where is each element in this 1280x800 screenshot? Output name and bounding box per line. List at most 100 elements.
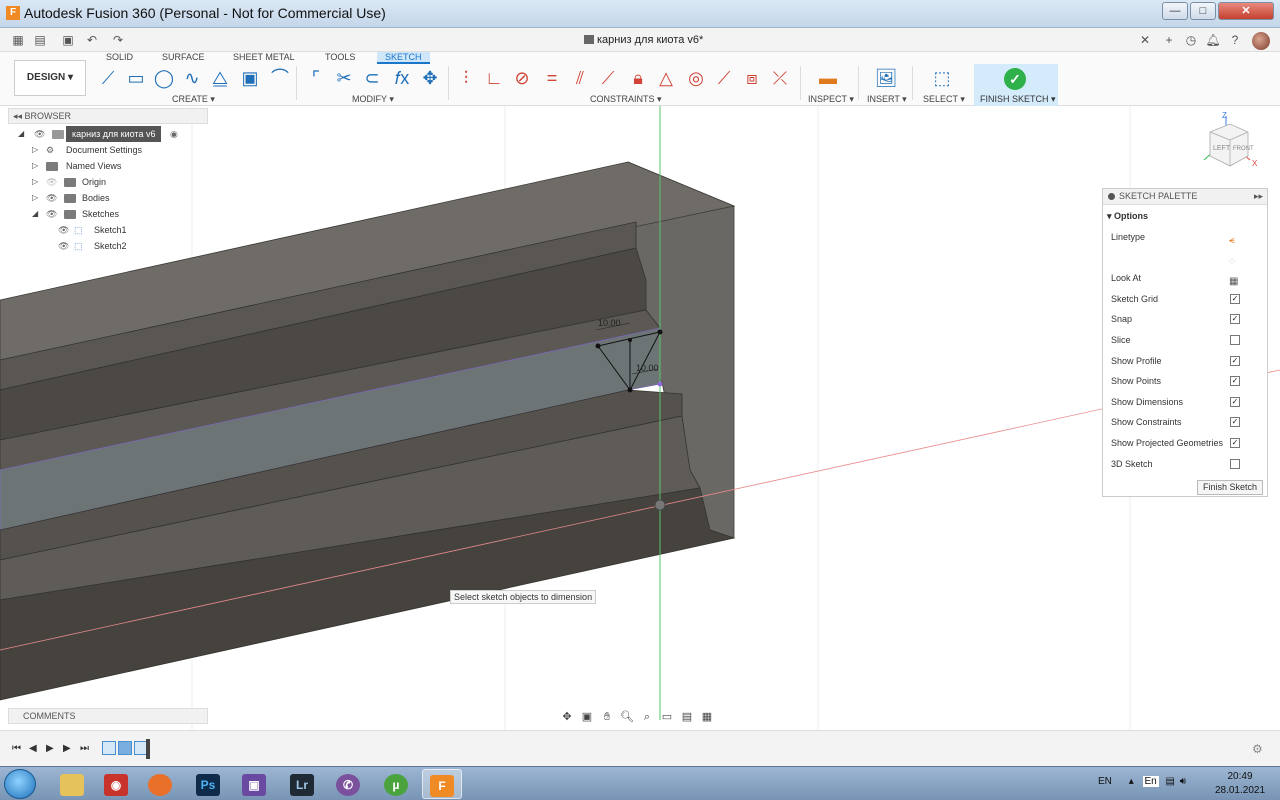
taskbar-screenshot[interactable]: ◉ [96, 769, 136, 799]
tab-tools[interactable]: TOOLS [325, 52, 355, 62]
tangent-constraint-icon[interactable]: ⊘ [510, 66, 534, 90]
option-3d-sketch[interactable]: 3D Sketch [1103, 454, 1267, 475]
taskbar-photoshop[interactable]: Ps [188, 769, 228, 799]
taskbar-utorrent[interactable]: µ [376, 769, 416, 799]
minimize-button[interactable]: — [1162, 2, 1188, 20]
checkbox-checked[interactable]: ✓ [1230, 355, 1240, 366]
eye-icon[interactable]: 👁︎ [46, 190, 57, 206]
browser-root[interactable]: ◢ 👁︎ карниз для киота v6 ◉ [8, 126, 208, 142]
browser-item[interactable]: ◢ 👁︎ Sketches [8, 206, 208, 222]
insert-image-icon[interactable]: 🖼︎ [874, 66, 898, 90]
fit-icon[interactable]: ⌕ [640, 710, 654, 724]
workspace-design-dropdown[interactable]: DESIGN ▾ [14, 60, 86, 96]
finish-sketch-check-icon[interactable]: ✓ [1004, 68, 1026, 90]
modify-group-label[interactable]: MODIFY ▾ [352, 94, 394, 105]
option-show-constraints[interactable]: Show Constraints ✓ [1103, 412, 1267, 433]
grid-menu-icon[interactable]: ▦ [10, 32, 26, 48]
volume-icon[interactable]: 🔊︎ [1180, 776, 1186, 787]
timeline-marker[interactable] [146, 739, 150, 759]
project-tool-icon[interactable]: ▣ [238, 66, 262, 90]
sketch-item[interactable]: 👁︎ ⬚ Sketch2 [8, 238, 208, 254]
option-snap[interactable]: Snap ✓ [1103, 309, 1267, 330]
conic-tool-icon[interactable]: ⌒ [268, 66, 292, 90]
comments-panel[interactable]: COMMENTS [8, 708, 208, 724]
user-avatar[interactable] [1248, 31, 1270, 50]
view-cube[interactable]: LEFT FRONT Z X [1196, 110, 1260, 174]
circle-tool-icon[interactable]: ◯ [152, 66, 176, 90]
tab-solid[interactable]: SOLID [106, 52, 133, 62]
keyboard-layout-indicator[interactable]: En [1142, 776, 1159, 787]
checkbox-checked[interactable]: ✓ [1230, 376, 1240, 387]
orbit-icon[interactable]: ✥ [560, 710, 574, 724]
network-icon[interactable]: ▤ [1166, 776, 1175, 787]
first-step-icon[interactable]: ⏮ [12, 743, 21, 754]
option-show-dimensions[interactable]: Show Dimensions ✓ [1103, 392, 1267, 413]
measure-tool-icon[interactable]: ▬ [816, 66, 840, 90]
taskbar-clock[interactable]: 20:49 28.01.2021 [1212, 770, 1268, 798]
tab-sheet-metal[interactable]: SHEET METAL [233, 52, 295, 62]
taskbar-lightroom[interactable]: Lr [282, 769, 322, 799]
view-cube-front[interactable]: FRONT [1233, 146, 1254, 152]
timeline-settings-gear-icon[interactable]: ⚙ [1252, 742, 1263, 756]
option-linetype-alt[interactable]: ◌ [1103, 248, 1267, 269]
mirror-tool-icon[interactable]: ⧋ [208, 66, 232, 90]
eye-icon[interactable]: 👁︎ [58, 222, 69, 238]
play-icon[interactable]: ▶ [46, 743, 54, 754]
option-show-projected-geometries[interactable]: Show Projected Geometries ✓ [1103, 433, 1267, 454]
offset-tool-icon[interactable]: ⊂ [360, 66, 384, 90]
tab-surface[interactable]: SURFACE [162, 52, 205, 62]
taskbar-disk[interactable]: ▣ [234, 769, 274, 799]
equal-constraint-icon[interactable]: = [540, 66, 564, 90]
create-group-label[interactable]: CREATE ▾ [172, 94, 215, 105]
start-button[interactable] [4, 769, 36, 799]
symmetry-constraint-icon[interactable]: ⧈ [740, 66, 764, 90]
taskbar-explorer[interactable] [52, 769, 92, 799]
fix-lock-icon[interactable]: 🔒︎ [626, 66, 650, 90]
redo-icon[interactable]: ↷ [110, 32, 126, 48]
expand-arrow-icon[interactable]: ▷ [32, 158, 38, 174]
finish-sketch-group[interactable]: ✓ FINISH SKETCH ▾ [974, 64, 1058, 106]
option-show-points[interactable]: Show Points ✓ [1103, 371, 1267, 392]
tray-expand-icon[interactable]: ▴ [1129, 776, 1134, 787]
taskbar-fusion360[interactable]: F [422, 769, 462, 799]
checkbox-checked[interactable]: ✓ [1230, 417, 1240, 428]
parameters-fx-icon[interactable]: 𝑓x [390, 66, 414, 90]
zoom-icon[interactable]: 🔍︎ [620, 710, 634, 724]
eye-icon[interactable]: 👁︎ [34, 126, 45, 142]
expand-panel-icon[interactable]: ▸▸ [1254, 189, 1263, 204]
new-tab-icon[interactable]: + [1160, 31, 1178, 49]
checkbox-checked[interactable]: ✓ [1230, 293, 1240, 304]
option-look-at[interactable]: Look At ▦ [1103, 268, 1267, 289]
look-at-nav-icon[interactable]: ▣ [580, 710, 594, 724]
expand-arrow-icon[interactable]: ▷ [32, 190, 38, 206]
options-section[interactable]: ▾ Options [1103, 205, 1267, 227]
insert-group-label[interactable]: INSERT ▾ [867, 94, 907, 105]
dimension-1-text[interactable]: 10.00 [598, 318, 621, 328]
taskbar-viber[interactable]: ✆ [328, 769, 368, 799]
browser-header[interactable]: ◂◂ BROWSER [8, 108, 208, 124]
viewports-icon[interactable]: ▦ [700, 710, 714, 724]
browser-item[interactable]: ▷ ⚙ Document Settings [8, 142, 208, 158]
constraints-group-label[interactable]: CONSTRAINTS ▾ [590, 94, 662, 105]
collapse-arrow-icon[interactable]: ◢ [18, 126, 24, 142]
checkbox-unchecked[interactable] [1230, 334, 1240, 345]
trim-tool-icon[interactable]: ✂ [332, 66, 356, 90]
timeline-sketch-feature[interactable] [102, 741, 116, 755]
dimension-2-text[interactable]: 10.00 [636, 363, 659, 373]
curvature-constraint-icon[interactable]: ⤫ [768, 66, 792, 90]
checkbox-checked[interactable]: ✓ [1230, 396, 1240, 407]
perpendicular-constraint-icon[interactable]: ∟ [482, 66, 506, 90]
taskbar-firefox[interactable] [140, 769, 180, 799]
view-cube-left[interactable]: LEFT [1213, 145, 1231, 152]
next-step-icon[interactable]: ▶ [63, 743, 71, 754]
help-icon[interactable]: ? [1226, 31, 1244, 49]
palette-header[interactable]: SKETCH PALETTE ▸▸ [1103, 189, 1267, 205]
eye-icon[interactable]: 👁︎ [46, 206, 57, 222]
option-show-profile[interactable]: Show Profile ✓ [1103, 351, 1267, 372]
previous-step-icon[interactable]: ◀ [29, 743, 37, 754]
concentric-constraint-icon[interactable]: ◎ [684, 66, 708, 90]
maximize-button[interactable]: □ [1190, 2, 1216, 20]
eye-hidden-icon[interactable]: 👁︎ [46, 174, 57, 190]
notifications-icon[interactable]: 🔔︎ [1204, 31, 1222, 49]
fillet-tool-icon[interactable]: ⌜ [304, 66, 328, 90]
